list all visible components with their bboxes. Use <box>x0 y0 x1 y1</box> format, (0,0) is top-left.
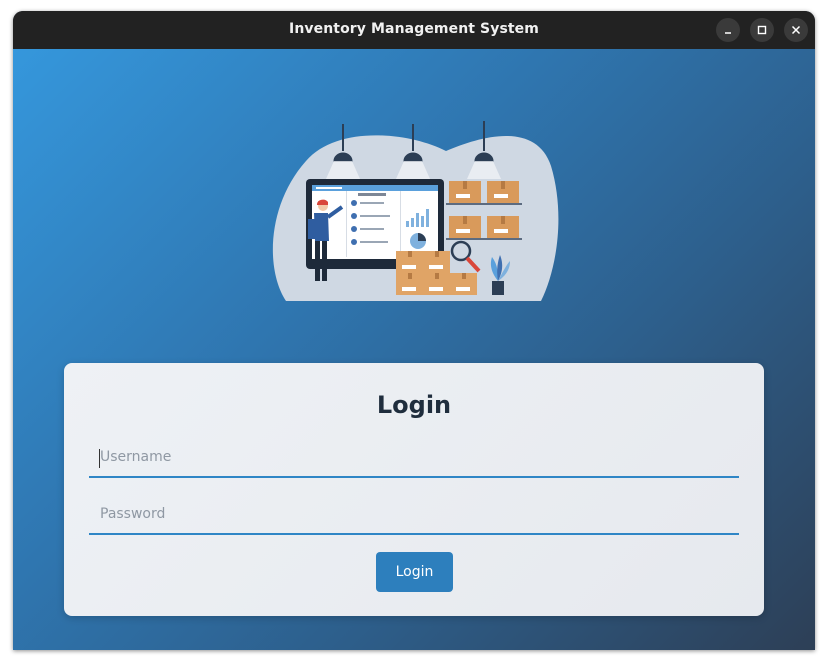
minimize-button[interactable] <box>716 18 740 42</box>
main-content: Login Login <box>13 49 815 650</box>
password-input[interactable] <box>89 495 739 535</box>
login-button[interactable]: Login <box>376 552 453 592</box>
window-title: Inventory Management System <box>289 21 539 37</box>
warehouse-inventory-illustration <box>272 121 559 301</box>
title-bar[interactable]: Inventory Management System <box>13 11 815 49</box>
username-input[interactable] <box>89 438 739 478</box>
login-heading: Login <box>376 391 452 419</box>
minimize-icon <box>725 32 731 34</box>
maximize-icon <box>757 25 767 35</box>
close-button[interactable] <box>784 18 808 42</box>
close-icon <box>791 25 801 35</box>
login-card: Login Login <box>64 363 764 616</box>
text-caret <box>99 449 100 468</box>
app-window: Inventory Management System Login Userna… <box>13 11 815 650</box>
maximize-button[interactable] <box>750 18 774 42</box>
